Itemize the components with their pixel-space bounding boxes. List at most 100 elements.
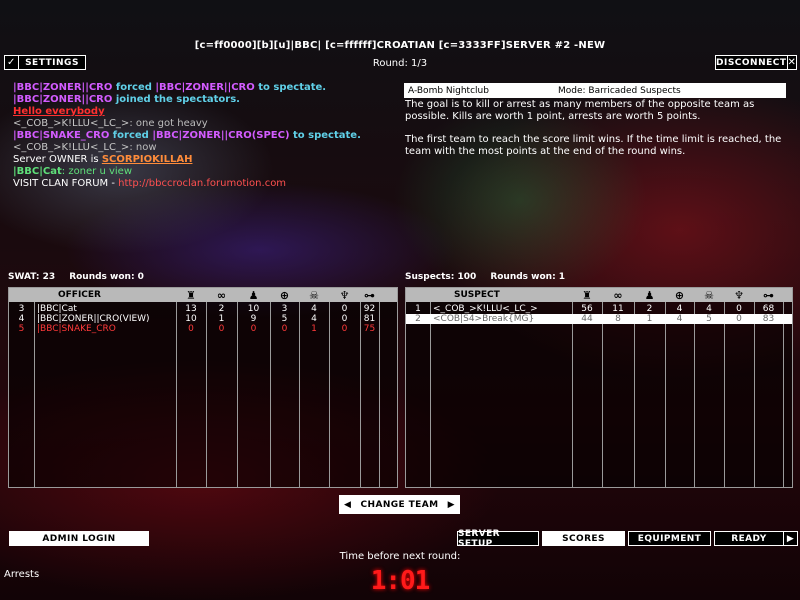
ready-button[interactable]: READY ▶ <box>714 531 798 546</box>
column-divider <box>572 302 573 487</box>
chat-line: |BBC|ZONER||CRO joined the spectators. <box>13 94 240 105</box>
medal-icon[interactable]: ♆ <box>724 288 754 302</box>
player-id: 2 <box>415 314 421 324</box>
player-stat: 0 <box>736 304 742 314</box>
player-stat: 81 <box>363 314 376 324</box>
player-name: |BBC|SNAKE_CRO <box>37 324 116 334</box>
name-column-header[interactable]: SUSPECT <box>454 288 500 302</box>
player-stat: 56 <box>581 304 593 314</box>
player-row[interactable]: 3 |BBC|Cat 13 2 10 3 4 0 92 <box>9 304 397 314</box>
column-divider <box>724 302 725 487</box>
player-stat: 0 <box>341 314 348 324</box>
crosshair-icon[interactable]: ⊕ <box>665 288 694 302</box>
change-team-button[interactable]: ◀ CHANGE TEAM ▶ <box>339 495 460 514</box>
player-name: <_COB_>K!LLU<_LC_> <box>433 304 538 314</box>
player-stat: 0 <box>736 314 742 324</box>
player-stat: 3 <box>281 304 288 314</box>
player-stat: 2 <box>218 304 225 314</box>
medal-icon[interactable]: ♆ <box>329 288 360 302</box>
player-stat: 83 <box>762 314 775 324</box>
player-row[interactable]: 4 |BBC|ZONER||CRO(VIEW) 10 1 9 5 4 0 81 <box>9 314 397 324</box>
round-indicator: Round: 1/3 <box>372 58 428 69</box>
player-stat: 2 <box>646 304 653 314</box>
player-stat: 0 <box>188 324 194 334</box>
close-icon: ✕ <box>786 56 797 69</box>
swat-rounds-won: Rounds won: 0 <box>69 272 144 282</box>
change-team-label: CHANGE TEAM <box>360 499 439 510</box>
player-name: <COB|S4>Break{MG} <box>433 314 535 324</box>
admin-login-button[interactable]: ADMIN LOGIN <box>9 531 149 546</box>
chat-line: Server OWNER is SCORPIOKILLAH <box>13 154 193 165</box>
game-mode: Mode: Barricaded Suspects <box>558 85 681 96</box>
player-row[interactable]: 1 <_COB_>K!LLU<_LC_> 56 11 2 4 4 0 68 <box>406 304 792 314</box>
skull-icon[interactable]: ☠ <box>694 288 724 302</box>
player-stat: 8 <box>615 314 621 324</box>
player-stat: 92 <box>363 304 376 314</box>
objective-text: The goal is to kill or arrest as many me… <box>405 99 755 122</box>
player-stat: 13 <box>185 304 197 314</box>
player-id: 5 <box>18 324 25 334</box>
suspects-team-header: Suspects: 100 Rounds won: 1 <box>405 272 565 282</box>
chat-line: |BBC|SNAKE_CRO forced |BBC|ZONER||CRO(SP… <box>13 130 361 141</box>
player-name: |BBC|Cat <box>37 304 77 314</box>
player-row[interactable]: 2 <COB|S4>Break{MG} 44 8 1 4 5 0 83 <box>406 314 792 324</box>
chat-line: <_COB_>K!LLU<_LC_>: now <box>13 142 157 153</box>
win-condition-text: The first team to reach the score limit … <box>405 134 782 157</box>
scores-button[interactable]: SCORES <box>542 531 625 546</box>
trophy-icon[interactable]: ♜ <box>176 288 206 302</box>
player-stat: 4 <box>311 304 317 314</box>
map-name: A-Bomb Nightclub <box>408 85 489 96</box>
player-stat: 0 <box>218 324 225 334</box>
handcuffs-icon[interactable]: ∞ <box>602 288 634 302</box>
chat-line: |BBC|Cat: zoner u view <box>13 166 133 177</box>
player-stat: 44 <box>581 314 593 324</box>
forum-link[interactable]: http://bbccroclan.forumotion.com <box>118 178 286 189</box>
ready-label: READY <box>731 533 767 544</box>
player-id: 1 <box>415 304 421 314</box>
name-column-header[interactable]: OFFICER <box>58 288 101 302</box>
equipment-button[interactable]: EQUIPMENT <box>628 531 711 546</box>
player-id: 4 <box>18 314 25 324</box>
network-icon[interactable]: ⊶ <box>754 288 783 302</box>
arrow-right-icon[interactable]: ▶ <box>448 500 455 510</box>
skull-icon[interactable]: ☠ <box>299 288 329 302</box>
suspects-rounds-won: Rounds won: 1 <box>490 272 566 282</box>
server-setup-button[interactable]: SERVER SETUP <box>457 529 539 549</box>
player-stat: 1 <box>646 314 653 324</box>
swat-team-header: SWAT: 23 Rounds won: 0 <box>8 272 144 282</box>
player-stat: 75 <box>363 324 376 334</box>
round-timer: 1:01 <box>370 566 431 596</box>
player-id: 3 <box>18 304 25 314</box>
settings-label: SETTINGS <box>25 57 79 68</box>
scoreboard-header: OFFICER ♜ ∞ ♟ ⊕ ☠ ♆ ⊶ <box>9 288 397 302</box>
player-stat: 10 <box>185 314 197 324</box>
player-stat: 4 <box>676 304 683 314</box>
player-stat: 4 <box>706 304 712 314</box>
player-row[interactable]: 5 |BBC|SNAKE_CRO 0 0 0 0 1 0 75 <box>9 324 397 334</box>
handcuffs-icon[interactable]: ∞ <box>206 288 237 302</box>
kneeling-icon[interactable]: ♟ <box>237 288 270 302</box>
play-arrow-icon: ▶ <box>783 532 797 545</box>
checkmark-icon: ✓ <box>5 56 19 69</box>
disconnect-label: DISCONNECT <box>716 57 787 68</box>
player-stat: 0 <box>341 304 348 314</box>
player-stat: 4 <box>676 314 683 324</box>
kneeling-icon[interactable]: ♟ <box>634 288 665 302</box>
suspects-score: Suspects: 100 <box>405 272 477 282</box>
player-stat: 0 <box>250 324 257 334</box>
column-divider <box>754 302 755 487</box>
trophy-icon[interactable]: ♜ <box>572 288 602 302</box>
chat-line: <_COB_>K!LLU<_LC_>: one got heavy <box>13 118 208 129</box>
network-icon[interactable]: ⊶ <box>360 288 379 302</box>
column-divider <box>665 302 666 487</box>
player-stat: 5 <box>706 314 712 324</box>
disconnect-button[interactable]: DISCONNECT ✕ <box>715 55 797 70</box>
arrow-left-icon[interactable]: ◀ <box>344 500 351 510</box>
chat-log: |BBC|ZONER||CRO forced |BBC|ZONER||CRO t… <box>13 82 393 190</box>
player-stat: 9 <box>250 314 257 324</box>
settings-button[interactable]: ✓ SETTINGS <box>4 55 86 70</box>
map-description: The goal is to kill or arrest as many me… <box>405 99 785 157</box>
player-stat: 10 <box>247 304 260 314</box>
chat-line: |BBC|ZONER||CRO forced |BBC|ZONER||CRO t… <box>13 82 327 93</box>
crosshair-icon[interactable]: ⊕ <box>270 288 299 302</box>
